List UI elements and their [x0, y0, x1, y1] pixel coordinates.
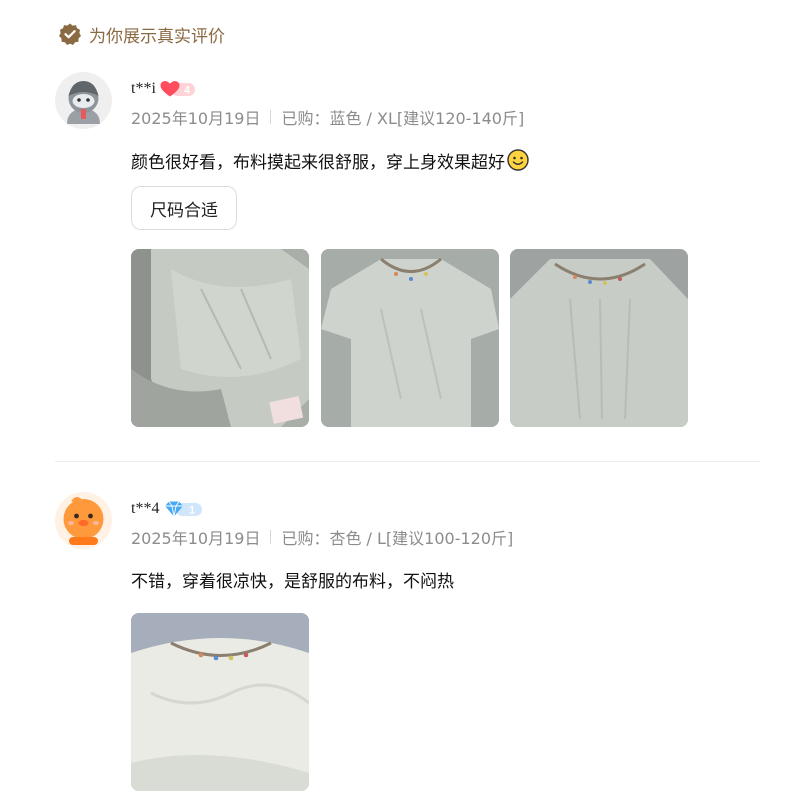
purchase-info: 已购：蓝色 / XL[建议120-140斤] — [281, 109, 525, 128]
review-photo[interactable] — [321, 249, 499, 427]
review-text: 不错，穿着很凉快，是舒服的布料，不闷热 — [131, 565, 454, 593]
review-separator — [55, 461, 760, 462]
verified-badge-icon — [58, 22, 82, 46]
user-line: t**i 4 — [131, 77, 196, 101]
level-number: 4 — [184, 85, 191, 97]
size-tag-label: 尺码合适 — [150, 200, 218, 221]
header-title: 为你展示真实评价 — [89, 26, 225, 47]
meta-line: 2025年10月19日 已购：杏色 / L[建议100-120斤] — [131, 525, 513, 549]
smiley-icon — [507, 149, 529, 171]
level-number: 1 — [189, 505, 195, 517]
username[interactable]: t**i — [131, 80, 156, 98]
purchase-info: 已购：杏色 / L[建议100-120斤] — [281, 529, 514, 548]
meta-line: 2025年10月19日 已购：蓝色 / XL[建议120-140斤] — [131, 105, 524, 129]
review-photo[interactable] — [131, 249, 309, 427]
meta-divider — [270, 530, 272, 544]
username[interactable]: t**4 — [131, 500, 159, 518]
diamond-level-icon: 1 — [163, 500, 203, 518]
review-text-content: 不错，穿着很凉快，是舒服的布料，不闷热 — [131, 571, 454, 592]
review-text-content: 颜色很好看，布料摸起来很舒服，穿上身效果超好 — [131, 152, 505, 173]
review-card: t**i 4 2025年10月19日 已购：蓝色 / XL[建议120-140斤… — [55, 72, 760, 457]
review-text: 颜色很好看，布料摸起来很舒服，穿上身效果超好 — [131, 146, 529, 174]
user-line: t**4 1 — [131, 497, 203, 521]
avatar[interactable] — [55, 492, 112, 549]
review-date: 2025年10月19日 — [131, 529, 261, 548]
review-photo[interactable] — [510, 249, 688, 427]
review-photo[interactable] — [131, 613, 309, 791]
reviews-header: 为你展示真实评价 — [58, 20, 225, 48]
meta-divider — [270, 110, 272, 124]
size-tag[interactable]: 尺码合适 — [131, 186, 237, 230]
review-date: 2025年10月19日 — [131, 109, 261, 128]
review-card: t**4 1 2025年10月19日 已购：杏色 / L[建议100-120斤]… — [55, 492, 760, 800]
heart-level-icon: 4 — [160, 80, 196, 98]
avatar[interactable] — [55, 72, 112, 129]
